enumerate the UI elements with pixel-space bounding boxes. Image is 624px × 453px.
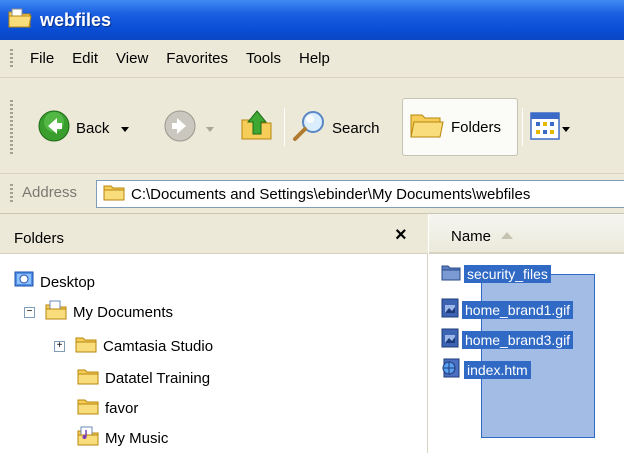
folders-pane-header: Folders × [0,214,428,254]
file-item-security-files[interactable]: security_files [441,262,551,286]
collapse-icon[interactable]: − [24,306,35,318]
title-bar[interactable]: webfiles [0,0,624,40]
up-folder-icon [240,108,274,146]
menu-bar: File Edit View Favorites Tools Help [0,40,624,78]
tree-item-label: My Documents [73,303,174,321]
folders-button[interactable]: Folders [402,98,518,156]
desktop-icon [14,270,34,294]
address-path: C:\Documents and Settings\ebinder\My Doc… [131,185,531,203]
folders-pane-title: Folders [14,230,65,247]
back-button[interactable]: Back [38,110,130,146]
tree-item-my-documents[interactable]: − My Documents [24,300,173,324]
music-folder-icon [77,426,99,450]
file-name: home_brand3.gif [462,331,574,349]
tree-item-my-music[interactable]: My Music [77,426,168,450]
views-button[interactable] [530,112,570,144]
file-item-index-htm[interactable]: index.htm [441,358,531,382]
menu-tools[interactable]: Tools [246,50,281,67]
html-file-icon [441,358,461,382]
views-icon [530,112,560,144]
tree-item-label: Desktop [40,273,96,291]
menu-file[interactable]: File [30,50,54,67]
menu-favorites[interactable]: Favorites [166,50,228,67]
menu-help[interactable]: Help [299,50,330,67]
toolbar-grip[interactable] [10,100,13,154]
folder-icon [441,263,461,285]
back-arrow-icon [38,110,70,146]
my-documents-icon [45,300,67,324]
folder-icon [77,367,99,389]
up-folder-button[interactable] [240,108,274,146]
address-label: Address [22,184,78,201]
address-grip[interactable] [10,184,13,204]
toolbar-separator [284,108,285,146]
name-column-label: Name [451,228,492,245]
menu-edit[interactable]: Edit [72,50,98,67]
menu-view[interactable]: View [116,50,148,67]
expand-icon[interactable]: + [54,340,65,352]
tree-item-desktop[interactable]: Desktop [14,270,95,294]
folders-label: Folders [451,118,502,136]
file-item-home-brand1[interactable]: home_brand1.gif [441,298,574,322]
file-list-pane[interactable]: Name security_files home_brand1.gif home… [429,214,624,453]
views-dropdown-icon[interactable] [562,120,570,137]
folders-pane: Folders × Desktop − My Documents + Camta… [0,214,428,453]
folder-icon [103,183,125,205]
window-title: webfiles [40,9,112,30]
tree-item-label: Datatel Training [105,369,211,387]
file-name: security_files [464,265,551,283]
address-input[interactable]: C:\Documents and Settings\ebinder\My Doc… [96,180,624,208]
name-column-header[interactable]: Name [429,214,624,254]
tree-item-favor[interactable]: favor [77,396,138,420]
folder-icon [75,335,97,357]
image-file-icon [441,328,459,352]
address-bar: Address C:\Documents and Settings\ebinde… [0,174,624,214]
forward-arrow-icon [164,110,196,146]
search-icon [292,110,326,146]
tree-item-datatel-training[interactable]: Datatel Training [77,366,210,390]
close-icon[interactable]: × [395,224,407,247]
tree-item-label: Camtasia Studio [103,337,214,355]
folders-icon [409,109,445,145]
file-name: index.htm [464,361,531,379]
tree-item-label: favor [105,399,139,417]
toolbar-separator [522,108,523,146]
tree-item-label: My Music [105,429,169,447]
folder-icon [77,397,99,419]
tree-item-camtasia-studio[interactable]: + Camtasia Studio [54,334,213,358]
sort-ascending-icon [501,232,513,239]
forward-button[interactable] [164,110,214,146]
standard-toolbar: Back Search Folders [0,78,624,174]
image-file-icon [441,298,459,322]
file-name: home_brand1.gif [462,301,574,319]
search-label: Search [332,119,380,137]
back-label: Back [76,119,110,137]
file-item-home-brand3[interactable]: home_brand3.gif [441,328,574,352]
forward-dropdown-icon[interactable] [206,120,214,137]
menu-grip[interactable] [10,49,13,69]
window-folder-icon [8,7,32,33]
search-button[interactable]: Search [292,110,380,146]
back-dropdown-icon[interactable] [121,120,130,137]
